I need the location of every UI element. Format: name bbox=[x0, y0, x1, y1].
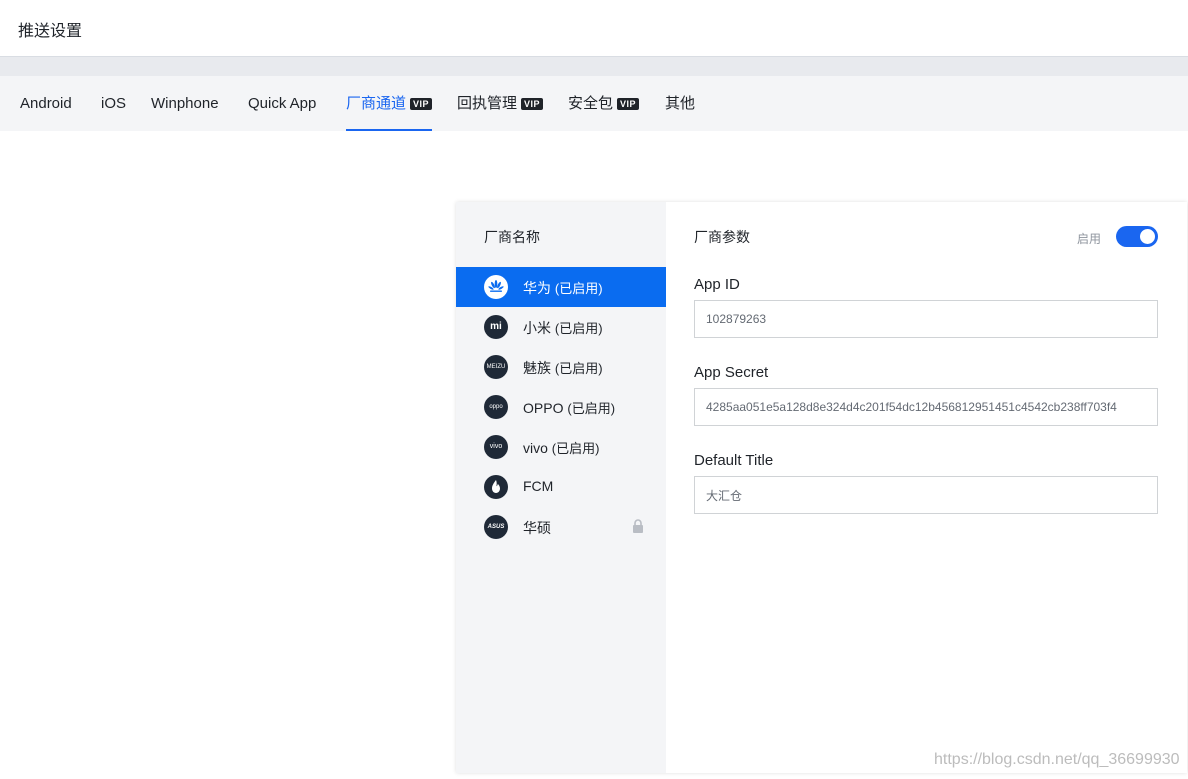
app-id-field[interactable] bbox=[694, 300, 1158, 338]
tab-winphone[interactable]: Winphone bbox=[151, 76, 219, 131]
oppo-icon: oppo bbox=[484, 395, 508, 419]
enable-label: 启用 bbox=[1077, 232, 1102, 246]
header-separator bbox=[0, 57, 1188, 76]
huawei-icon bbox=[484, 275, 508, 299]
vendor-item-fcm[interactable]: FCM bbox=[456, 467, 666, 507]
vendor-item-vivo[interactable]: vivo vivo (已启用) bbox=[456, 427, 666, 467]
page-title: 推送设置 bbox=[18, 23, 83, 40]
vendor-name: 华为 bbox=[523, 280, 551, 296]
vendor-list-heading: 厂商名称 bbox=[484, 229, 540, 245]
params-heading: 厂商参数 bbox=[694, 229, 750, 245]
enable-toggle[interactable] bbox=[1116, 226, 1158, 247]
vendor-status: (已启用) bbox=[554, 281, 603, 296]
watermark: https://blog.csdn.net/qq_36699930 bbox=[934, 751, 1180, 768]
app-id-label: App ID bbox=[694, 276, 740, 293]
tab-ios[interactable]: iOS bbox=[101, 76, 126, 131]
tab-quick-app[interactable]: Quick App bbox=[248, 76, 316, 131]
vendor-status: (已启用) bbox=[567, 401, 616, 416]
vendor-item-oppo[interactable]: oppo OPPO (已启用) bbox=[456, 387, 666, 427]
default-title-field[interactable] bbox=[694, 476, 1158, 514]
vip-badge: VIP bbox=[617, 98, 640, 110]
vendor-item-xiaomi[interactable]: mi 小米 (已启用) bbox=[456, 307, 666, 347]
vendor-item-huawei[interactable]: 华为 (已启用) bbox=[456, 267, 666, 307]
xiaomi-icon: mi bbox=[484, 315, 508, 339]
fcm-icon bbox=[484, 475, 508, 499]
meizu-icon: MEIZU bbox=[484, 355, 508, 379]
tab-vendor-channel[interactable]: 厂商通道 VIP bbox=[346, 76, 433, 131]
lock-icon bbox=[632, 519, 644, 533]
vendor-name: OPPO bbox=[523, 400, 564, 416]
vendor-item-asus[interactable]: ASUS 华硕 bbox=[456, 507, 666, 547]
asus-icon: ASUS bbox=[484, 515, 508, 539]
vendor-settings-card: 厂商名称 华为 (已启用) mi 小米 (已启用) MEIZU 魅族 (已启用)… bbox=[456, 202, 1187, 773]
toggle-knob bbox=[1140, 229, 1155, 244]
vendor-params-panel: 厂商参数 启用 App ID App Secret Default Title … bbox=[666, 202, 1187, 773]
vendor-name: 小米 bbox=[523, 320, 551, 336]
vendor-name: vivo bbox=[523, 440, 548, 456]
tab-android[interactable]: Android bbox=[20, 76, 72, 131]
vendor-list-panel: 厂商名称 华为 (已启用) mi 小米 (已启用) MEIZU 魅族 (已启用)… bbox=[456, 202, 666, 773]
vendor-name: 魅族 bbox=[523, 360, 551, 376]
vendor-status: (已启用) bbox=[554, 321, 603, 336]
tab-security-package[interactable]: 安全包 VIP bbox=[568, 76, 640, 131]
vendor-name: 华硕 bbox=[523, 520, 551, 536]
app-secret-label: App Secret bbox=[694, 364, 769, 381]
app-secret-field[interactable] bbox=[694, 388, 1158, 426]
default-title-label: Default Title bbox=[694, 452, 774, 469]
vip-badge: VIP bbox=[410, 98, 433, 110]
tab-other[interactable]: 其他 bbox=[665, 76, 695, 131]
vendor-status: (已启用) bbox=[551, 441, 600, 456]
vendor-item-meizu[interactable]: MEIZU 魅族 (已启用) bbox=[456, 347, 666, 387]
vip-badge: VIP bbox=[521, 98, 544, 110]
tab-receipt-management[interactable]: 回执管理 VIP bbox=[457, 76, 544, 131]
vivo-icon: vivo bbox=[484, 435, 508, 459]
tab-bar: Android iOS Winphone Quick App 厂商通道 VIP 回… bbox=[0, 76, 1188, 131]
vendor-name: FCM bbox=[523, 478, 554, 494]
page-header: 推送设置 bbox=[0, 0, 1188, 57]
vendor-status: (已启用) bbox=[554, 361, 603, 376]
